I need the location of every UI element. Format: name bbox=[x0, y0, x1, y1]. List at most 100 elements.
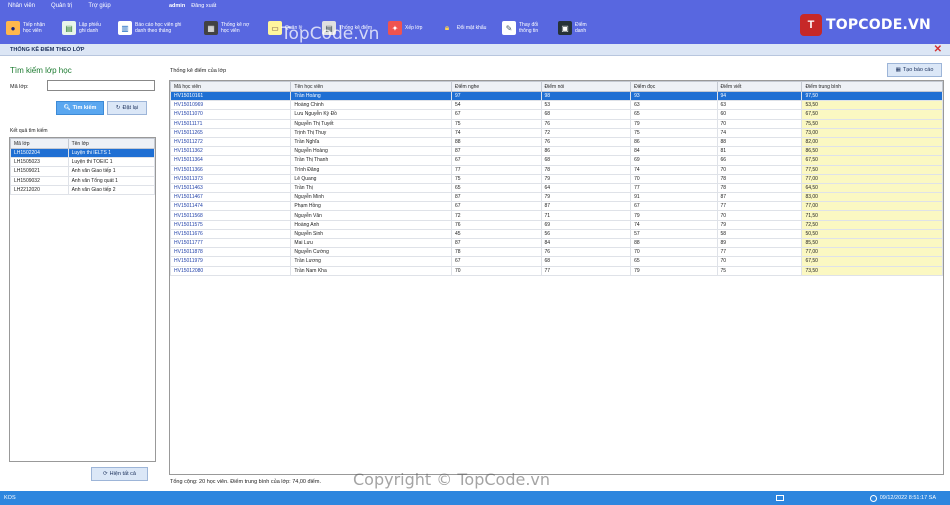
student-code-cell: HV15011373 bbox=[169, 173, 292, 184]
score-row[interactable]: HV15011467 Nguyễn Minh 87 79 91 87 83,00 bbox=[169, 192, 943, 203]
search-button[interactable]: 🔍︎ Tìm kiếm bbox=[56, 101, 104, 115]
student-code-cell: HV15011171 bbox=[169, 118, 292, 129]
score-stats-icon: ▤ bbox=[322, 21, 336, 35]
class-row[interactable]: LH2212020 Anh văn Giao tiếp 2 bbox=[10, 184, 156, 195]
status-bar: KOS 09/12/2022 8:51:17 SA bbox=[0, 491, 950, 505]
window-title: THỐNG KÊ ĐIỂM THEO LỚP bbox=[10, 46, 85, 53]
toolbar-edit-info-button[interactable]: ✎ Thay đổi thông tin bbox=[502, 17, 538, 39]
student-code-cell: HV15011575 bbox=[169, 219, 292, 230]
toolbar-attendance-button[interactable]: ▣ Điểm danh bbox=[558, 17, 587, 39]
listening-cell: 75 bbox=[450, 118, 542, 129]
logout-link[interactable]: Đăng xuất bbox=[191, 3, 216, 9]
listening-cell: 67 bbox=[450, 201, 542, 212]
col-average[interactable]: Điểm trung bình bbox=[801, 81, 943, 92]
student-code-cell: HV15011070 bbox=[169, 109, 292, 120]
listening-cell: 97 bbox=[450, 90, 542, 102]
average-cell: 73,00 bbox=[801, 127, 943, 138]
edit-info-icon: ✎ bbox=[502, 21, 516, 35]
average-cell: 67,50 bbox=[801, 155, 943, 166]
average-cell: 67,50 bbox=[801, 256, 943, 267]
class-row[interactable]: LH1505023 Luyện thi TOEIC 1 bbox=[10, 157, 156, 168]
class-name-cell: Luyện thi IELTS 1 bbox=[67, 147, 156, 159]
class-row[interactable]: LH1509021 Anh văn Giao tiếp 1 bbox=[10, 166, 156, 177]
class-code-input[interactable] bbox=[47, 80, 155, 91]
class-row[interactable]: LH1502204 Luyện thi IELTS 1 bbox=[10, 147, 156, 159]
student-name-cell: Nguyễn Cường bbox=[290, 247, 452, 258]
current-user: admin bbox=[169, 3, 186, 9]
student-name-cell: Nguyễn Sinh bbox=[290, 228, 452, 240]
score-row[interactable]: HV15011777 Mai Lưu 87 84 88 89 85,50 bbox=[169, 237, 943, 249]
toolbar-label: Thống kê nợ học viên bbox=[221, 22, 250, 34]
toolbar-debt-stats-button[interactable]: ▦ Thống kê nợ học viên bbox=[204, 17, 249, 39]
toolbar-label: Thống kê điểm bbox=[339, 25, 373, 31]
score-row[interactable]: HV15012080 Trần Nam Kha 70 77 79 75 73,50 bbox=[169, 265, 943, 276]
student-code-cell: HV15011474 bbox=[169, 201, 292, 212]
toolbar-manage-button[interactable]: ▭ Quản lý bbox=[268, 17, 302, 39]
menu-employee[interactable]: Nhân viên bbox=[0, 3, 43, 9]
col-student-code[interactable]: Mã học viên bbox=[169, 81, 292, 92]
speaking-cell: 68 bbox=[540, 155, 632, 166]
col-class-code[interactable]: Mã lớp bbox=[10, 138, 69, 149]
student-name-cell: Trần Hoàng bbox=[290, 90, 452, 102]
average-cell: 86,50 bbox=[801, 146, 943, 157]
speaking-cell: 76 bbox=[540, 247, 632, 258]
score-row[interactable]: HV15011575 Hoàng Anh 76 69 74 79 72,50 bbox=[169, 219, 943, 230]
col-speaking[interactable]: Điểm nói bbox=[540, 81, 632, 92]
score-row[interactable]: HV15011878 Nguyễn Cường 78 76 70 77 77,00 bbox=[169, 247, 943, 258]
show-all-button[interactable]: ⟳ Hiện tất cả bbox=[91, 467, 148, 481]
col-class-name[interactable]: Tên lớp bbox=[67, 138, 156, 149]
score-row[interactable]: HV15011676 Nguyễn Sinh 45 56 57 58 50,50 bbox=[169, 228, 943, 240]
score-row[interactable]: HV15011362 Nguyễn Hoàng 87 86 84 81 86,50 bbox=[169, 146, 943, 157]
class-results-table: Mã lớp Tên lớp LH1502204 Luyện thi IELTS … bbox=[9, 137, 156, 462]
col-writing[interactable]: Điểm viết bbox=[716, 81, 803, 92]
close-icon[interactable]: ✕ bbox=[934, 44, 942, 56]
listening-cell: 76 bbox=[450, 219, 542, 230]
student-name-cell: Trần Nam Kha bbox=[290, 265, 452, 276]
col-listening[interactable]: Điểm nghe bbox=[450, 81, 542, 92]
toolbar-label: Lập phiếu ghi danh bbox=[79, 22, 101, 34]
score-row[interactable]: HV15011979 Trần Lương 67 68 65 70 67,50 bbox=[169, 256, 943, 267]
score-row[interactable]: HV15011265 Trịnh Thị Thuy 74 72 75 74 73,00 bbox=[169, 127, 943, 138]
writing-cell: 94 bbox=[716, 90, 803, 102]
writing-cell: 70 bbox=[716, 118, 803, 129]
class-code-cell: LH1509032 bbox=[10, 175, 69, 186]
score-row[interactable]: HV15011463 Trần Thị 65 64 77 78 64,50 bbox=[169, 182, 943, 194]
menu-help[interactable]: Trợ giúp bbox=[80, 3, 118, 9]
score-row[interactable]: HV15011171 Nguyễn Thị Tuyết 75 76 79 70 75,50 bbox=[169, 118, 943, 129]
score-row[interactable]: HV15011568 Nguyễn Văn 72 71 79 70 71,50 bbox=[169, 210, 943, 221]
listening-cell: 74 bbox=[450, 127, 542, 138]
status-left: KOS bbox=[4, 495, 16, 501]
score-row[interactable]: HV15011366 Trình Đăng 77 78 74 70 77,50 bbox=[169, 164, 943, 175]
toolbar-change-password-button[interactable]: 🔒︎ Đổi mật khẩu bbox=[440, 17, 487, 39]
score-row[interactable]: HV15011373 Lê Quang 75 79 70 78 77,00 bbox=[169, 173, 943, 184]
create-report-button[interactable]: ▦ Tạo báo cáo bbox=[887, 63, 942, 77]
toolbar-enroll-receipt-button[interactable]: ▤ Lập phiếu ghi danh bbox=[62, 17, 101, 39]
score-row[interactable]: HV15010969 Hoàng Chinh 54 53 63 63 53,50 bbox=[169, 100, 943, 111]
reading-cell: 93 bbox=[630, 90, 718, 102]
speaking-cell: 78 bbox=[540, 164, 632, 175]
student-code-cell: HV15011568 bbox=[169, 210, 292, 221]
listening-cell: 67 bbox=[450, 109, 542, 120]
score-row[interactable]: HV15011364 Trần Thị Thanh 67 68 69 66 67,50 bbox=[169, 155, 943, 166]
listening-cell: 78 bbox=[450, 247, 542, 258]
toolbar-monthly-report-button[interactable]: ▥ Báo cáo học viên ghi danh theo tháng bbox=[118, 17, 181, 39]
toolbar-label: Đổi mật khẩu bbox=[457, 25, 487, 31]
score-row[interactable]: HV15011272 Trần Nghĩa 88 76 86 88 82,00 bbox=[169, 136, 943, 148]
create-report-label: Tạo báo cáo bbox=[902, 67, 934, 73]
status-datetime: 09/12/2022 8:51:17 SA bbox=[879, 495, 936, 501]
menu-admin[interactable]: Quản trị bbox=[43, 3, 80, 9]
score-row[interactable]: HV15010161 Trần Hoàng 97 98 93 94 97,50 bbox=[169, 90, 943, 102]
student-code-cell: HV15011272 bbox=[169, 136, 292, 148]
col-reading[interactable]: Điểm đọc bbox=[630, 81, 718, 92]
score-row[interactable]: HV15011474 Phạm Hồng 67 87 67 77 77,00 bbox=[169, 201, 943, 212]
toolbar-class-arrange-button[interactable]: ✦ Xếp lớp bbox=[388, 17, 422, 39]
class-row[interactable]: LH1509032 Anh văn Tổng quát 1 bbox=[10, 175, 156, 186]
col-student-name[interactable]: Tên học viên bbox=[290, 81, 452, 92]
speaking-cell: 69 bbox=[540, 219, 632, 230]
reset-button[interactable]: ↻ Đặt lại bbox=[107, 101, 147, 115]
score-row[interactable]: HV15011070 Lưu Nguyễn Kỳ Đồ 67 68 65 60 67,50 bbox=[169, 109, 943, 120]
speaking-cell: 84 bbox=[540, 237, 632, 249]
student-code-cell: HV15011878 bbox=[169, 247, 292, 258]
toolbar-receive-student-button[interactable]: ● Tiếp nhận học viên bbox=[6, 17, 45, 39]
toolbar-score-stats-button[interactable]: ▤ Thống kê điểm bbox=[322, 17, 372, 39]
